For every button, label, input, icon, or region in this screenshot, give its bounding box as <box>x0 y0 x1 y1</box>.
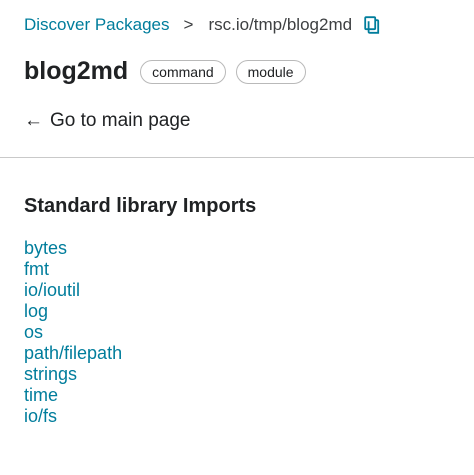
import-link-io-fs[interactable]: io/fs <box>24 406 57 426</box>
list-item: io/fs <box>24 406 122 427</box>
go-to-main-page-link[interactable]: ← Go to main page <box>24 110 190 132</box>
divider <box>0 157 474 158</box>
breadcrumb-separator: > <box>183 15 194 34</box>
title-row: blog2md command module <box>24 57 306 86</box>
package-page: Discover Packages > rsc.io/tmp/blog2md b… <box>0 0 474 475</box>
list-item: time <box>24 385 122 406</box>
breadcrumb-discover-packages-link[interactable]: Discover Packages <box>24 15 170 35</box>
import-link-fmt[interactable]: fmt <box>24 259 49 279</box>
badge-module: module <box>235 59 306 84</box>
import-link-path-filepath[interactable]: path/filepath <box>24 343 122 363</box>
copy-icon <box>364 16 380 34</box>
list-item: log <box>24 301 122 322</box>
list-item: os <box>24 322 122 343</box>
copy-path-button[interactable] <box>362 14 382 36</box>
list-item: bytes <box>24 238 122 259</box>
import-link-log[interactable]: log <box>24 301 48 321</box>
go-to-main-page-label: Go to main page <box>50 110 191 131</box>
arrow-left-icon: ← <box>24 110 43 131</box>
list-item: path/filepath <box>24 343 122 364</box>
import-link-time[interactable]: time <box>24 385 58 405</box>
badge-command: command <box>140 59 226 84</box>
page-title: blog2md <box>24 57 129 85</box>
import-link-strings[interactable]: strings <box>24 364 77 384</box>
import-link-io-ioutil[interactable]: io/ioutil <box>24 280 80 300</box>
breadcrumb-current-path: rsc.io/tmp/blog2md <box>208 15 353 34</box>
list-item: io/ioutil <box>24 280 122 301</box>
imports-list: bytes fmt io/ioutil log os path/filepath… <box>24 238 122 427</box>
import-link-os[interactable]: os <box>24 322 43 342</box>
breadcrumb: Discover Packages > rsc.io/tmp/blog2md <box>24 14 382 36</box>
list-item: strings <box>24 364 122 385</box>
list-item: fmt <box>24 259 122 280</box>
imports-heading: Standard library Imports <box>24 195 257 217</box>
import-link-bytes[interactable]: bytes <box>24 238 67 258</box>
